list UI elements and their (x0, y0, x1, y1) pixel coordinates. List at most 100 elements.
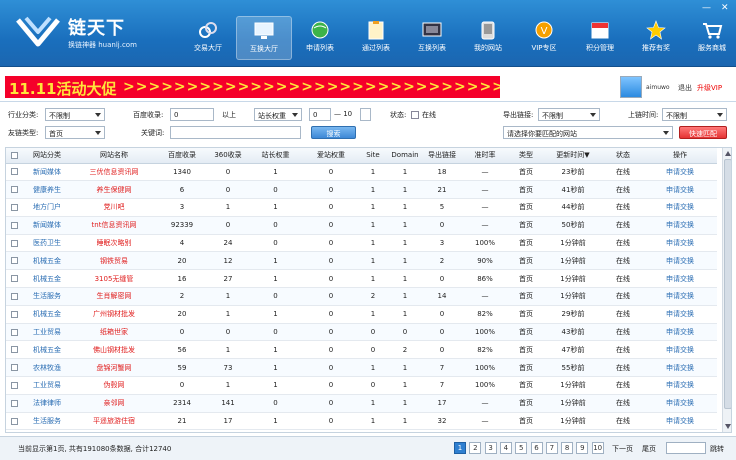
page-number-button[interactable]: 5 (515, 442, 528, 454)
cell-site-name[interactable]: 亲邻网 (72, 394, 156, 413)
select-all-checkbox[interactable] (10, 151, 18, 159)
page-number-button[interactable]: 3 (484, 442, 497, 454)
cell-action[interactable]: 申请交换 (643, 251, 717, 271)
page-number-button[interactable]: 4 (499, 442, 512, 454)
row-select-cell[interactable] (6, 412, 22, 431)
row-checkbox[interactable] (10, 417, 18, 425)
industry-select[interactable]: 不限制 (45, 108, 105, 121)
row-checkbox[interactable] (10, 257, 18, 265)
quick-match-button[interactable]: 快速匹配 (679, 126, 727, 139)
weight-select[interactable]: 站长权重 (254, 108, 302, 121)
row-checkbox[interactable] (10, 399, 18, 407)
col-header[interactable]: 导出链接 (423, 148, 461, 164)
col-header[interactable]: Site (359, 148, 387, 164)
cell-site-name[interactable]: 党川吧 (72, 198, 156, 217)
row-select-cell[interactable] (6, 287, 22, 306)
cell-action[interactable]: 申请交换 (643, 198, 717, 217)
row-checkbox[interactable] (10, 221, 18, 229)
baidu-min-input[interactable]: 0 (170, 108, 214, 121)
page-number-button[interactable]: 6 (530, 442, 543, 454)
row-checkbox[interactable] (10, 275, 18, 283)
export-select[interactable]: 不限制 (538, 108, 600, 121)
cell-action[interactable]: 申请交换 (643, 216, 717, 235)
cell-action[interactable]: 申请交换 (643, 376, 717, 395)
match-site-select[interactable]: 请选择你要匹配的网站 (503, 126, 673, 139)
cell-site-name[interactable]: 平遥旅游住宿 (72, 412, 156, 431)
nav-shop[interactable]: 服务商城 (684, 16, 736, 60)
col-header[interactable]: 爱站权重 (303, 148, 359, 164)
upgrade-vip-link[interactable]: 升级VIP (697, 83, 722, 93)
row-select-cell[interactable] (6, 394, 22, 413)
page-number-button[interactable]: 10 (591, 442, 604, 454)
vertical-scrollbar[interactable] (722, 148, 732, 432)
cell-action[interactable]: 申请交换 (643, 358, 717, 378)
nav-my-sites[interactable]: 我的网站 (460, 16, 516, 60)
cell-site-name[interactable]: 生肖解密网 (72, 287, 156, 306)
cell-site-name[interactable]: 养生保健网 (72, 180, 156, 200)
cell-site-name[interactable]: 钢铁贸易 (72, 251, 156, 271)
cell-action[interactable]: 申请交换 (643, 180, 717, 200)
cell-action[interactable]: 申请交换 (643, 412, 717, 431)
goto-page-input[interactable] (666, 442, 706, 454)
col-header[interactable]: 站长权重 (248, 148, 303, 164)
cell-site-name[interactable]: 纸箱世家 (72, 323, 156, 342)
cell-action[interactable]: 申请交换 (643, 287, 717, 306)
scrollbar-thumb[interactable] (724, 159, 731, 409)
row-select-cell[interactable] (6, 376, 22, 395)
weight-from-input[interactable]: 0 (309, 108, 331, 121)
search-button[interactable]: 搜索 (311, 126, 356, 139)
nav-exchange-list[interactable]: 互换列表 (404, 16, 460, 60)
col-header[interactable]: 更新时间▼ (543, 148, 603, 164)
nav-trade-hall[interactable]: 交易大厅 (180, 16, 236, 60)
row-select-cell[interactable] (6, 234, 22, 253)
row-checkbox[interactable] (10, 381, 18, 389)
page-number-button[interactable]: 2 (469, 442, 482, 454)
row-checkbox[interactable] (10, 168, 18, 176)
scroll-down-icon[interactable] (724, 422, 732, 431)
row-checkbox[interactable] (10, 292, 18, 300)
cell-site-name[interactable]: 伪毂网 (72, 376, 156, 395)
cell-site-name[interactable]: tnt信息资讯网 (72, 216, 156, 235)
row-checkbox[interactable] (10, 203, 18, 211)
friend-type-select[interactable]: 首页 (45, 126, 105, 139)
nav-points[interactable]: 积分管理 (572, 16, 628, 60)
row-select-cell[interactable] (6, 251, 22, 271)
cell-action[interactable]: 申请交换 (643, 323, 717, 342)
nav-exchange-hall[interactable]: 互换大厅 (236, 16, 292, 60)
nav-vip[interactable]: V VIP专区 (516, 16, 572, 60)
row-select-cell[interactable] (6, 358, 22, 378)
cell-site-name[interactable]: 3105无缝管 (72, 269, 156, 289)
online-checkbox[interactable] (411, 111, 419, 119)
col-header[interactable]: 百度收录 (156, 148, 208, 164)
online-time-select[interactable]: 不限制 (662, 108, 727, 121)
col-header[interactable]: Domain (387, 148, 423, 164)
cell-action[interactable]: 申请交换 (643, 305, 717, 324)
row-checkbox[interactable] (10, 364, 18, 372)
row-checkbox[interactable] (10, 186, 18, 194)
row-select-cell[interactable] (6, 269, 22, 289)
row-checkbox[interactable] (10, 310, 18, 318)
row-checkbox[interactable] (10, 346, 18, 354)
promo-banner[interactable]: 11.11活动大促 >>>>>>>>>>>>>>>>>>>>>>>>>>>>>>… (5, 76, 500, 98)
page-number-button[interactable]: 8 (561, 442, 574, 454)
page-number-button[interactable]: 9 (576, 442, 589, 454)
cell-site-name[interactable]: 佛山钢材批发 (72, 340, 156, 360)
row-checkbox[interactable] (10, 328, 18, 336)
cell-site-name[interactable]: 盘锦河蟹网 (72, 358, 156, 378)
close-button[interactable]: ✕ (721, 3, 729, 13)
row-select-cell[interactable] (6, 163, 22, 182)
cell-site-name[interactable]: 广州钢材批发 (72, 305, 156, 324)
nav-referral[interactable]: 推荐有奖 (628, 16, 684, 60)
nav-apply-list[interactable]: 申请列表 (292, 16, 348, 60)
nav-approved-list[interactable]: 通过列表 (348, 16, 404, 60)
cell-site-name[interactable]: 睡眠次略别 (72, 234, 156, 253)
cell-action[interactable]: 申请交换 (643, 234, 717, 253)
last-page-link[interactable]: 尾页 (642, 444, 656, 454)
scroll-up-icon[interactable] (724, 149, 732, 158)
row-select-cell[interactable] (6, 305, 22, 324)
row-select-cell[interactable] (6, 198, 22, 217)
row-checkbox[interactable] (10, 239, 18, 247)
row-select-cell[interactable] (6, 323, 22, 342)
row-select-cell[interactable] (6, 216, 22, 235)
row-select-cell[interactable] (6, 180, 22, 200)
